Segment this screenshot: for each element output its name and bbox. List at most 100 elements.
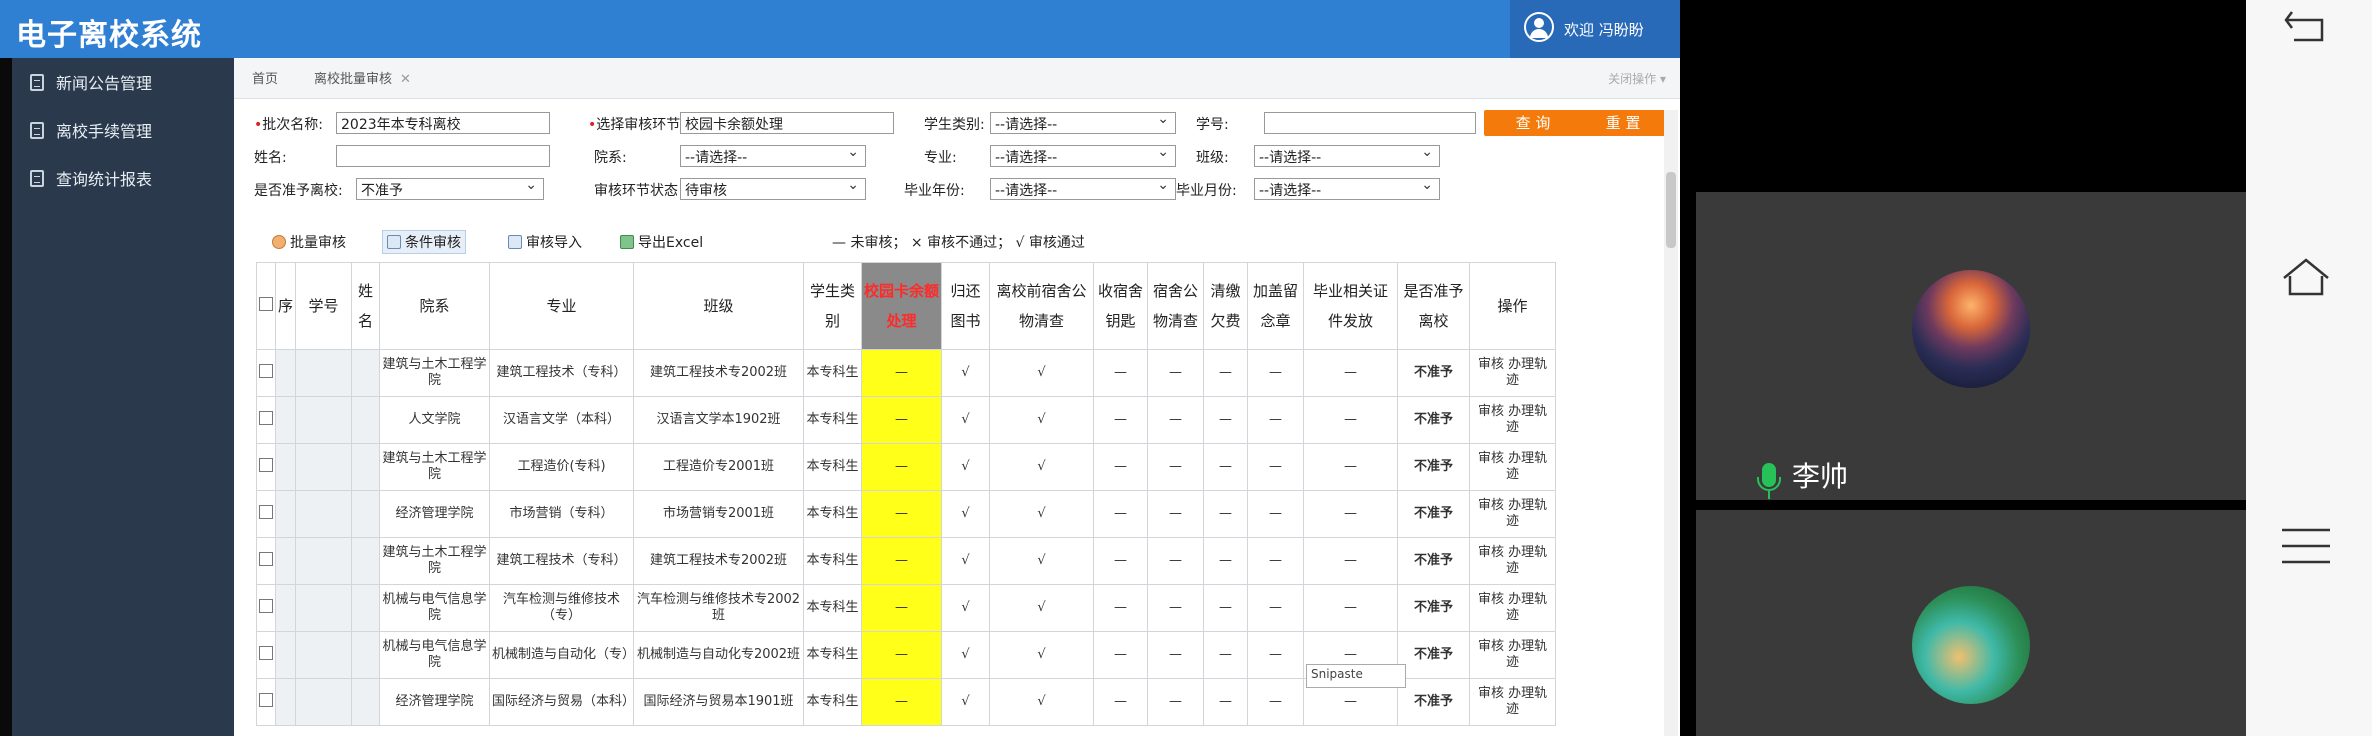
cell-op[interactable]: 审核 办理轨迹: [1469, 678, 1557, 726]
review-import-label: 审核导入: [526, 235, 582, 251]
col-header: 归还图书: [941, 262, 991, 350]
row-checkbox[interactable]: [256, 678, 276, 726]
cell-allow: 不准予: [1397, 537, 1471, 585]
export-excel-label: 导出Excel: [638, 235, 704, 251]
sidebar-item-label: 新闻公告管理: [56, 74, 153, 93]
cell-fee: —: [1203, 537, 1249, 585]
participant-tile[interactable]: [1696, 192, 2246, 500]
table-row: 建筑与土木工程学院 建筑工程技术（专科） 建筑工程技术专2002班 本专科生 — √ √ — —…: [256, 537, 1557, 585]
tab-home[interactable]: 首页: [252, 68, 278, 87]
sidebar-item-leave-procedures[interactable]: 离校手续管理: [12, 106, 234, 154]
col-header: 加盖留念章: [1247, 262, 1305, 350]
allow-select[interactable]: 不准予: [356, 178, 544, 200]
row-checkbox[interactable]: [256, 443, 276, 491]
scroll-thumb[interactable]: [1666, 172, 1676, 248]
cell-dorm: √: [989, 631, 1095, 679]
import-icon: [508, 235, 522, 249]
doc-icon: [30, 169, 44, 187]
participant-tile-2[interactable]: [1696, 510, 2246, 736]
cell-key: —: [1093, 631, 1149, 679]
select-all-checkbox[interactable]: [256, 262, 276, 350]
cell-key: —: [1093, 443, 1149, 491]
row-checkbox[interactable]: [256, 631, 276, 679]
col-header: 毕业相关证件发放: [1303, 262, 1399, 350]
dept-select[interactable]: --请选择--: [680, 145, 866, 167]
tab-label: 离校批量审核: [314, 72, 393, 87]
table-row: 建筑与土木工程学院 建筑工程技术（专科） 建筑工程技术专2002班 本专科生 — √ √ — —…: [256, 349, 1557, 397]
reset-button[interactable]: 重 置: [1574, 110, 1672, 136]
condition-review-button[interactable]: 条件审核: [382, 230, 466, 254]
student-id-cell: [295, 396, 353, 444]
cell-cert: —: [1303, 396, 1399, 444]
user-area[interactable]: 欢迎 冯盼盼: [1510, 0, 1680, 58]
student-id-input[interactable]: [1264, 112, 1476, 134]
cell-dorm: √: [989, 443, 1095, 491]
menu-icon[interactable]: [2276, 516, 2336, 576]
grad-year-select[interactable]: --请选择--: [990, 178, 1176, 200]
export-excel-button[interactable]: 导出Excel: [620, 232, 703, 252]
scrollbar[interactable]: [1664, 110, 1678, 736]
cell-key: —: [1093, 490, 1149, 538]
step-input[interactable]: 校园卡余额处理: [680, 112, 894, 134]
query-button[interactable]: 查 询: [1484, 110, 1582, 136]
cell-book: √: [941, 490, 991, 538]
seq-cell: [274, 537, 297, 585]
sidebar-item-label: 查询统计报表: [56, 170, 153, 189]
cell-op[interactable]: 审核 办理轨迹: [1469, 584, 1557, 632]
cell-book: √: [941, 349, 991, 397]
sidebar-item-reports[interactable]: 查询统计报表: [12, 154, 234, 202]
major-select[interactable]: --请选择--: [990, 145, 1176, 167]
cell-dorm: √: [989, 537, 1095, 585]
row-checkbox[interactable]: [256, 396, 276, 444]
users-icon: [272, 235, 286, 249]
cell-book: √: [941, 678, 991, 726]
row-checkbox[interactable]: [256, 490, 276, 538]
cell-dorm: √: [989, 678, 1095, 726]
close-icon[interactable]: ✕: [400, 72, 411, 87]
class-select[interactable]: --请选择--: [1254, 145, 1440, 167]
back-icon[interactable]: [2276, 0, 2336, 60]
cell-stype: 本专科生: [803, 584, 863, 632]
cell-key: —: [1093, 678, 1149, 726]
home-icon[interactable]: [2276, 248, 2336, 308]
col-header: 班级: [633, 262, 805, 350]
batch-input[interactable]: 2023年本专科离校: [336, 112, 550, 134]
row-checkbox[interactable]: [256, 537, 276, 585]
col-header: 学生类别: [803, 262, 863, 350]
cell-prop: —: [1147, 490, 1205, 538]
status-label: 审核环节状态: [594, 183, 678, 199]
sidebar-item-news[interactable]: 新闻公告管理: [12, 58, 234, 106]
cell-fee: —: [1203, 584, 1249, 632]
cell-major: 汽车检测与维修技术（专）: [489, 584, 635, 632]
system-nav-bar: [2246, 0, 2372, 736]
close-ops-menu[interactable]: 关闭操作 ▾: [1608, 70, 1666, 87]
name-input[interactable]: [336, 145, 550, 167]
cell-cls: 建筑工程技术专2002班: [633, 349, 805, 397]
cell-key: —: [1093, 537, 1149, 585]
status-select[interactable]: 待审核: [680, 178, 866, 200]
cell-book: √: [941, 537, 991, 585]
col-header: 专业: [489, 262, 635, 350]
cell-op[interactable]: 审核 办理轨迹: [1469, 490, 1557, 538]
student-type-select[interactable]: --请选择--: [990, 112, 1176, 134]
close-ops-label: 关闭操作: [1608, 72, 1657, 86]
row-checkbox[interactable]: [256, 349, 276, 397]
cell-op[interactable]: 审核 办理轨迹: [1469, 396, 1557, 444]
cell-op[interactable]: 审核 办理轨迹: [1469, 443, 1557, 491]
cell-op[interactable]: 审核 办理轨迹: [1469, 631, 1557, 679]
tab-batch-review[interactable]: 离校批量审核 ✕: [304, 68, 421, 87]
batch-review-button[interactable]: 批量审核: [272, 232, 346, 252]
grad-month-select[interactable]: --请选择--: [1254, 178, 1440, 200]
shared-screen: 电子离校系统 欢迎 冯盼盼 新闻公告管理 离校手续管理 查询统计报表 首页 离校…: [0, 0, 1680, 736]
cell-major: 机械制造与自动化（专）: [489, 631, 635, 679]
cell-prop: —: [1147, 443, 1205, 491]
col-header: 学号: [295, 262, 353, 350]
cell-op[interactable]: 审核 办理轨迹: [1469, 537, 1557, 585]
student-id-cell: [295, 349, 353, 397]
row-checkbox[interactable]: [256, 584, 276, 632]
cell-op[interactable]: 审核 办理轨迹: [1469, 349, 1557, 397]
review-table: 序 学号 姓名 院系 专业 班级 学生类别 校园卡余额处理 归还图书 离校前宿舍…: [256, 262, 1557, 726]
review-import-button[interactable]: 审核导入: [508, 232, 582, 252]
grad-month-label: 毕业月份:: [1176, 183, 1237, 199]
cell-allow: 不准予: [1397, 678, 1471, 726]
